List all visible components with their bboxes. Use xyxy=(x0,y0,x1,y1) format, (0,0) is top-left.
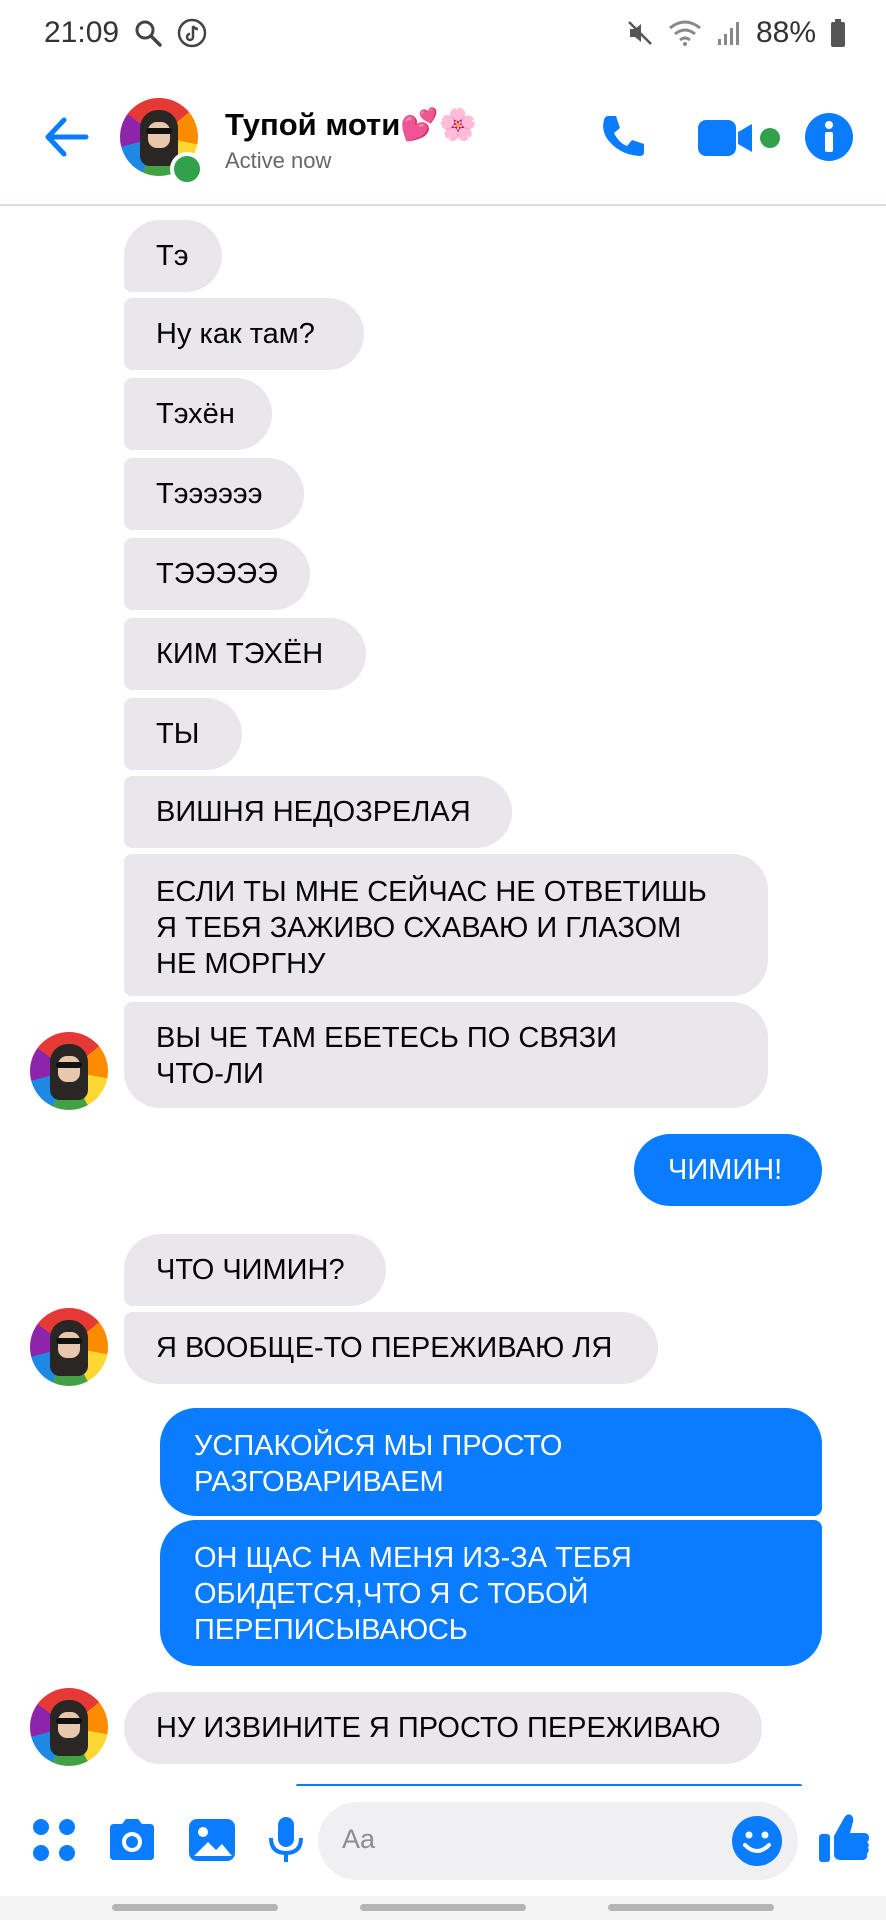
contact-name[interactable]: Тупой моти💕🌸 xyxy=(225,106,477,143)
info-icon[interactable] xyxy=(804,112,854,162)
phone-icon[interactable] xyxy=(594,110,648,164)
status-time: 21:09 xyxy=(44,16,120,49)
message-bubble-incoming[interactable]: КИМ ТЭХЁН xyxy=(124,618,366,690)
online-indicator xyxy=(170,152,204,186)
message-bubble-incoming[interactable]: ЕСЛИ ТЫ МНЕ СЕЙЧАС НЕ ОТВЕТИШЬ Я ТЕБЯ ЗА… xyxy=(124,854,768,996)
message-bubble-incoming[interactable]: ВИШНЯ НЕДОЗРЕЛАЯ xyxy=(124,776,512,848)
nav-recent-button[interactable] xyxy=(112,1904,278,1911)
status-bar: 21:09 88% xyxy=(0,0,886,66)
sender-avatar[interactable] xyxy=(30,1032,108,1110)
battery-percent: 88% xyxy=(755,16,816,49)
signal-icon xyxy=(716,19,742,47)
tiktok-icon xyxy=(177,18,207,48)
message-bubble-incoming[interactable]: Тэхён xyxy=(124,378,272,450)
gallery-icon[interactable] xyxy=(186,1814,238,1866)
emoji-icon[interactable] xyxy=(730,1814,784,1868)
message-bubble-outgoing[interactable]: УСПАКОЙСЯ МЫ ПРОСТО РАЗГОВАРИВАЕМ xyxy=(160,1408,822,1516)
microphone-icon[interactable] xyxy=(260,1814,312,1866)
message-bubble-incoming[interactable]: ТЫ xyxy=(124,698,242,770)
back-arrow-icon[interactable] xyxy=(40,110,94,164)
message-bubble-outgoing[interactable]: ЧИМИН! xyxy=(634,1134,822,1206)
message-input[interactable]: Aa xyxy=(318,1802,798,1880)
camera-icon[interactable] xyxy=(106,1814,158,1866)
video-camera-icon[interactable] xyxy=(696,116,756,160)
message-bubble-incoming[interactable]: Тээээээ xyxy=(124,458,304,530)
system-nav-bar xyxy=(0,1896,886,1920)
message-bubble-outgoing[interactable]: ОН ЩАС НА МЕНЯ ИЗ-ЗА ТЕБЯ ОБИДЕТСЯ,ЧТО Я… xyxy=(160,1520,822,1666)
message-bubble-incoming[interactable]: Ну как там? xyxy=(124,298,364,370)
chat-header: Тупой моти💕🌸 Active now xyxy=(0,66,886,206)
battery-icon xyxy=(830,18,846,48)
search-icon xyxy=(133,18,163,48)
message-bubble-incoming[interactable]: Я ВООБЩЕ-ТО ПЕРЕЖИВАЮ ЛЯ xyxy=(124,1312,658,1384)
nav-back-button[interactable] xyxy=(608,1904,774,1911)
video-active-dot xyxy=(760,128,780,148)
sender-avatar[interactable] xyxy=(30,1308,108,1386)
contact-status: Active now xyxy=(225,148,332,173)
message-bubble-incoming[interactable]: ЧТО ЧИМИН? xyxy=(124,1234,386,1306)
message-input-placeholder: Aa xyxy=(342,1824,376,1854)
wifi-icon xyxy=(668,19,702,47)
composer-bar: Aa xyxy=(0,1786,886,1896)
thumbs-up-icon[interactable] xyxy=(816,1810,872,1866)
message-bubble-incoming[interactable]: ВЫ ЧЕ ТАМ ЕБЕТЕСЬ ПО СВЯЗИ ЧТО-ЛИ xyxy=(124,1002,768,1108)
sender-avatar[interactable] xyxy=(30,1688,108,1766)
message-bubble-incoming[interactable]: НУ ИЗВИНИТЕ Я ПРОСТО ПЕРЕЖИВАЮ xyxy=(124,1692,762,1764)
message-bubble-incoming[interactable]: Тэ xyxy=(124,220,222,292)
nav-home-button[interactable] xyxy=(360,1904,526,1911)
apps-icon[interactable] xyxy=(28,1814,80,1866)
message-bubble-incoming[interactable]: ТЭЭЭЭЭ xyxy=(124,538,310,610)
mute-icon xyxy=(626,19,654,47)
